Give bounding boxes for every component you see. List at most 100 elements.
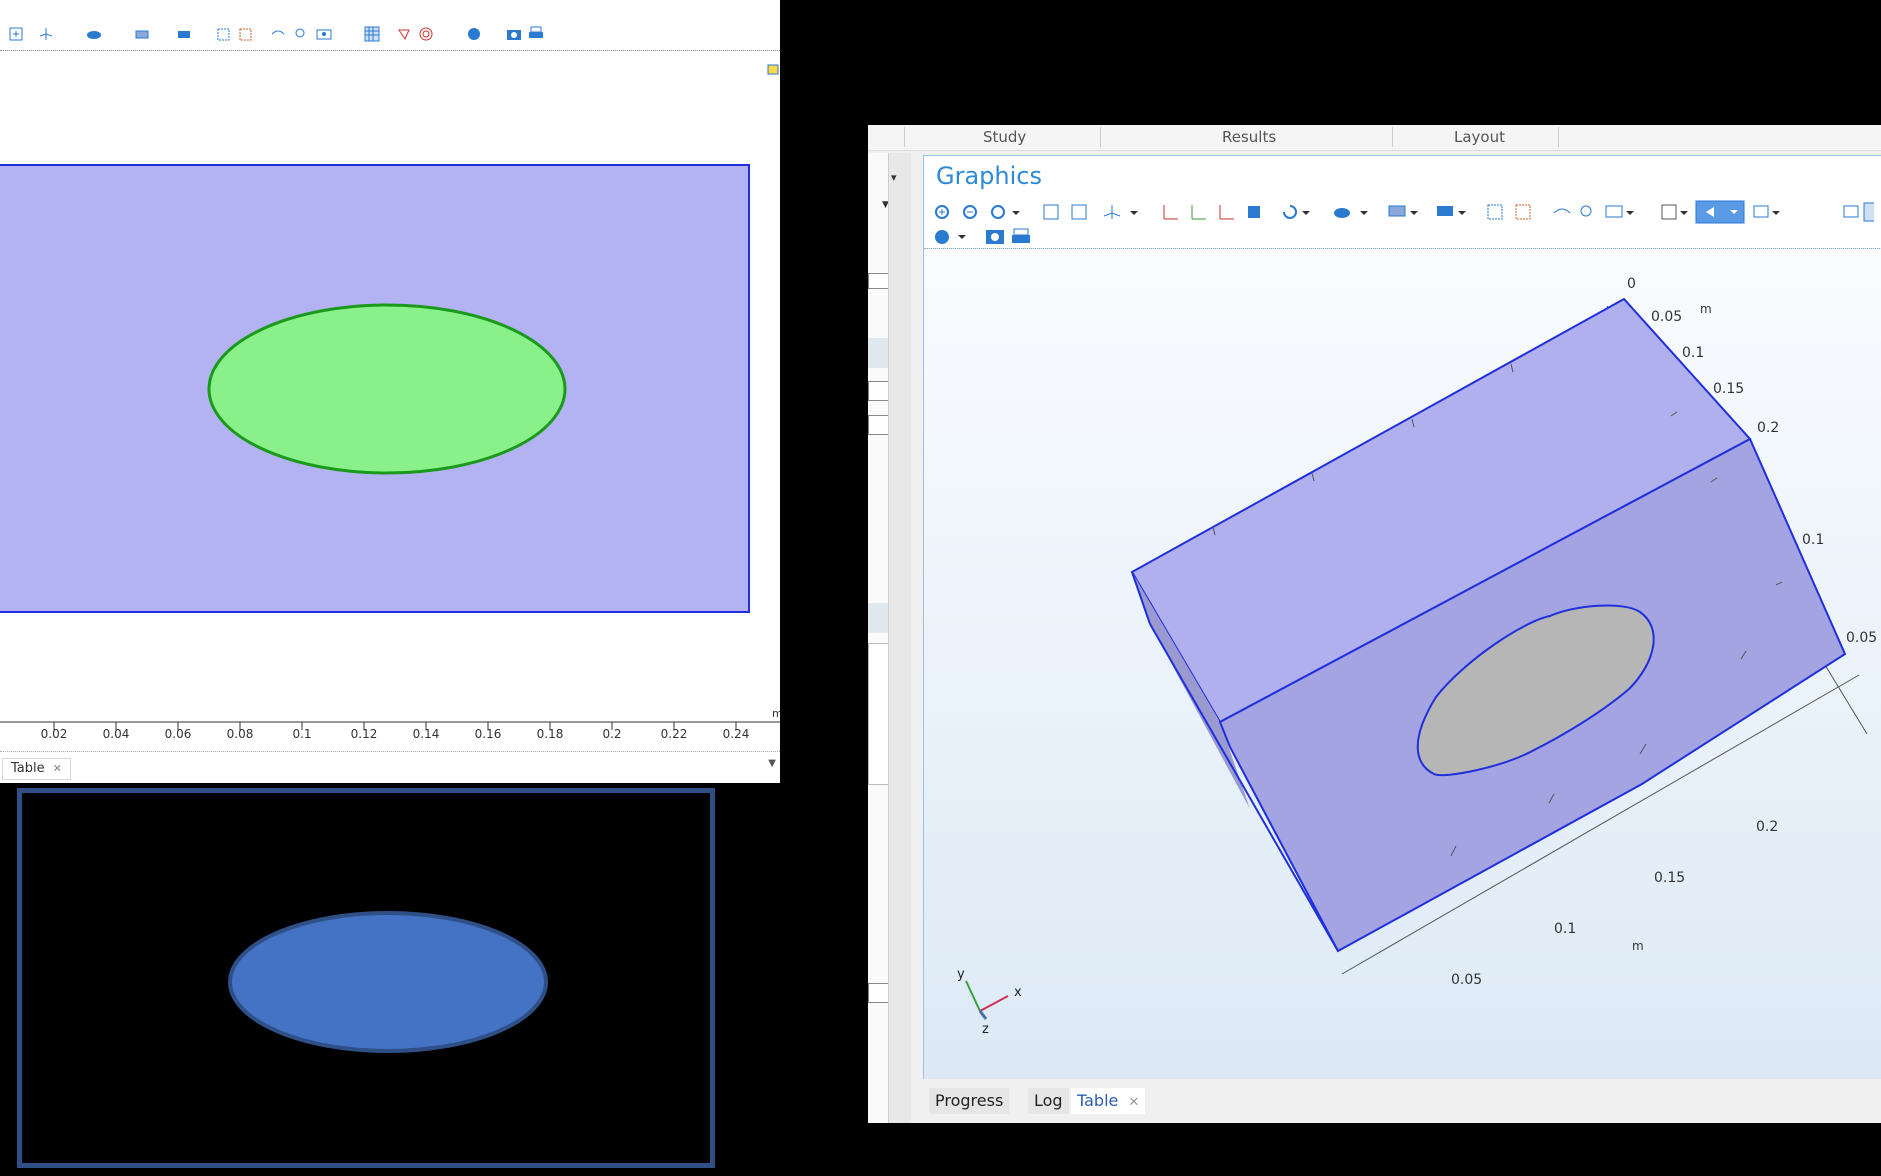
view-yz-icon[interactable] [1191, 205, 1206, 220]
x-tick-label: 0.04 [103, 727, 130, 741]
zoom-extents-icon[interactable] [8, 26, 24, 42]
list-box[interactable] [868, 643, 890, 785]
rotate-icon[interactable] [1283, 205, 1297, 219]
wireframe-icon[interactable] [1843, 205, 1859, 218]
x-tick-label: 0.12 [351, 727, 378, 741]
render-mode-icon[interactable] [86, 26, 102, 42]
scrollbar[interactable]: ▾ [888, 153, 911, 1123]
transparency-icon[interactable] [418, 26, 434, 42]
image-snapshot-icon[interactable] [466, 26, 482, 42]
tab-table-label: Table [11, 761, 45, 776]
zoom-in-icon[interactable] [935, 205, 949, 219]
dropdown-2[interactable] [868, 415, 890, 435]
scene-light-button[interactable] [1695, 200, 1745, 224]
grid-toggle-icon[interactable] [1863, 202, 1874, 222]
preview-ellipse [228, 911, 548, 1053]
reset-hiding-icon[interactable] [1580, 205, 1592, 217]
x-axis-ticks: 0.02 0.04 0.06 0.08 0.1 0.12 0.14 0.16 0.18 0.2 0.… [41, 722, 750, 741]
close-icon[interactable]: ✕ [1128, 1095, 1139, 1110]
right-graphics-window: Study Results Layout ▼ ▾ Graphics 0 0.05… [868, 125, 1881, 1123]
zoom-selected-icon[interactable] [1043, 204, 1059, 220]
dropdown-1[interactable] [868, 381, 890, 401]
triad-x-label: x [1014, 985, 1022, 1000]
chevron-down-icon[interactable]: ▼ [768, 758, 776, 769]
graphics-panel: Graphics 0 0.05 0.1 0.15 0.2 m 0.1 0.05 … [923, 155, 1881, 1079]
tab-table[interactable]: Table ✕ [2, 758, 71, 780]
tab-results[interactable]: Results [1222, 128, 1276, 146]
zoom-out-icon[interactable] [963, 205, 977, 219]
image-snapshot-icon[interactable] [935, 230, 966, 244]
triad-y-label: y [957, 967, 965, 982]
x-tick-label: 0.18 [537, 727, 564, 741]
x-tick-label: 0.08 [227, 727, 254, 741]
corner-icon[interactable] [767, 64, 779, 75]
orientation-triad: y x z [957, 967, 1022, 1037]
tick-top-4: 0.2 [1757, 420, 1779, 436]
select-objects-icon[interactable] [1388, 205, 1406, 217]
print-icon[interactable] [1012, 228, 1030, 243]
select-boundaries-icon[interactable] [176, 26, 192, 42]
tick-bottom-2: 0.1 [1554, 921, 1576, 937]
tab-layout[interactable]: Layout [1454, 128, 1505, 146]
select-objects-icon[interactable] [134, 26, 150, 42]
x-tick-label: 0.14 [413, 727, 440, 741]
zoom-box-icon[interactable] [991, 205, 1005, 219]
left-graphics-window: 0.02 0.04 0.06 0.08 0.1 0.12 0.14 0.16 0.18 0.2 0.… [0, 0, 780, 783]
x-tick-label: 0.2 [602, 727, 621, 741]
transparency-icon[interactable] [1753, 205, 1769, 218]
reset-hiding-icon[interactable] [292, 26, 308, 42]
perspective-icon[interactable] [1248, 206, 1260, 218]
preview-panel [17, 788, 715, 1168]
bottom-axis-unit: m [1632, 939, 1644, 953]
left-plot-canvas[interactable]: 0.02 0.04 0.06 0.08 0.1 0.12 0.14 0.16 0.18 0.2 0.… [0, 55, 780, 745]
tab-progress[interactable]: Progress [929, 1088, 1010, 1114]
dropdown-3[interactable] [868, 983, 890, 1003]
scene-light-icon[interactable] [396, 26, 412, 42]
view-icon[interactable] [316, 26, 332, 42]
hide-icon[interactable] [1553, 208, 1571, 214]
tick-bottom-3: 0.05 [1451, 972, 1482, 988]
left-axis-unit: m [772, 707, 780, 720]
view-icon[interactable] [1605, 205, 1623, 218]
axis-icon[interactable] [38, 26, 54, 42]
model-builder-strip: ▼ [868, 153, 890, 1123]
settings-icon[interactable] [868, 273, 890, 289]
pin-icon[interactable]: ▾ [891, 171, 897, 184]
ellipse-domain[interactable] [207, 303, 567, 475]
camera-icon[interactable] [506, 26, 522, 42]
select-boundaries-icon[interactable] [1437, 206, 1453, 216]
preview-canvas [228, 911, 548, 1053]
tab-study[interactable]: Study [983, 128, 1026, 146]
print-icon[interactable] [528, 26, 544, 42]
zoom-box-icon[interactable] [216, 26, 232, 42]
render-mode-icon[interactable] [1334, 208, 1350, 218]
zoom-extents-icon[interactable] [1071, 204, 1087, 220]
grid-icon[interactable] [364, 26, 380, 42]
tab-table[interactable]: Table ✕ [1071, 1088, 1146, 1114]
view-xy-icon[interactable] [1163, 205, 1178, 220]
hide-icon[interactable] [270, 26, 286, 42]
tick-right-0: 0.1 [1802, 532, 1824, 548]
tab-table-label: Table [1077, 1091, 1119, 1110]
tick-top-2: 0.1 [1682, 345, 1704, 361]
bottom-tabs: Progress Log Table ✕ [923, 1080, 1881, 1123]
zoom-box-select-icon[interactable] [1487, 204, 1503, 220]
tick-bottom-0: 0.2 [1756, 819, 1778, 835]
x-tick-label: 0.02 [41, 727, 68, 741]
triad-z-label: z [982, 1022, 989, 1037]
close-icon[interactable]: ✕ [53, 762, 62, 775]
x-tick-label: 0.16 [475, 727, 502, 741]
graphics-viewport[interactable]: 0 0.05 0.1 0.15 0.2 m 0.1 0.05 0.2 0.15 … [924, 248, 1881, 1079]
x-tick-label: 0.24 [723, 727, 750, 741]
3d-model-view[interactable]: 0 0.05 0.1 0.15 0.2 m 0.1 0.05 0.2 0.15 … [924, 249, 1881, 1079]
tab-log[interactable]: Log [1028, 1088, 1069, 1114]
tick-top-0: 0 [1627, 276, 1636, 292]
camera-icon[interactable] [986, 230, 1004, 244]
clipping-icon[interactable] [1661, 204, 1677, 220]
clear-selection-icon[interactable] [238, 26, 254, 42]
view-xz-icon[interactable] [1219, 205, 1234, 220]
top-axis-unit: m [1700, 302, 1712, 316]
axis-orientation-icon[interactable] [1103, 205, 1121, 219]
clear-selection-icon[interactable] [1515, 204, 1531, 220]
x-tick-label: 0.1 [292, 727, 311, 741]
